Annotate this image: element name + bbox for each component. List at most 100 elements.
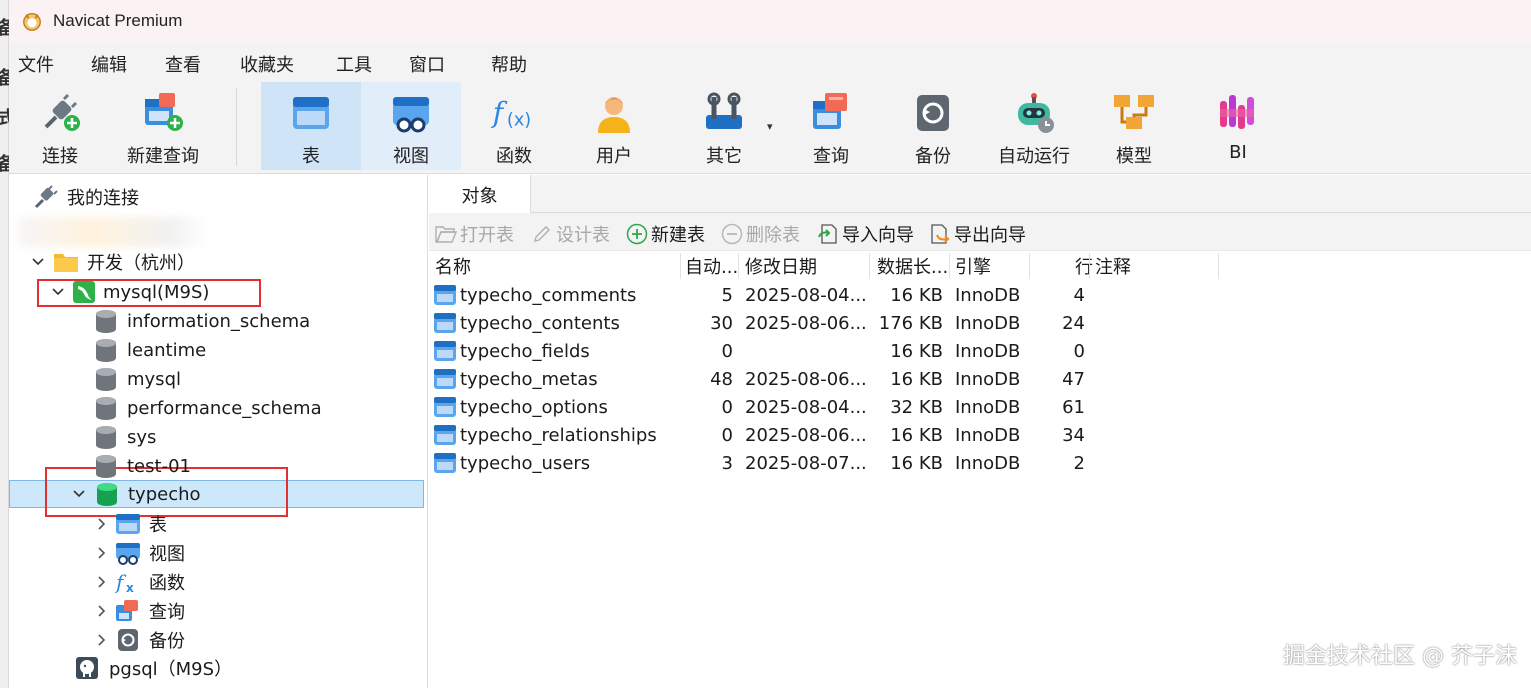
function-button[interactable]: f (x) 函数 (471, 82, 557, 170)
table-row[interactable]: typecho_users 3 2025-08-07... 16 KB InnoDB 2 (429, 449, 1229, 477)
user-label: 用户 (596, 146, 632, 167)
tree-group-label: 开发（杭州） (87, 253, 195, 274)
database-icon (96, 310, 116, 333)
column-header-engine[interactable]: 引擎 (955, 251, 1025, 281)
tree-node-queries[interactable]: 查询 (95, 597, 185, 625)
other-button[interactable]: 其它 (679, 82, 769, 170)
other-dropdown-caret-icon[interactable]: ▾ (767, 120, 773, 133)
postgresql-elephant-icon (76, 657, 98, 679)
cell-auto-increment: 0 (721, 340, 733, 362)
new-query-button[interactable]: 新建查询 (119, 82, 207, 170)
table-row[interactable]: typecho_comments 5 2025-08-04... 16 KB InnoD… (429, 281, 1229, 309)
cell-modified: 2025-08-04... (745, 284, 867, 306)
menu-tools[interactable]: 工具 (336, 51, 372, 77)
tree-root-label: 我的连接 (67, 188, 139, 209)
new-table-button[interactable]: 新建表 (626, 221, 705, 247)
highlight-box-connection (37, 279, 261, 307)
svg-text:x: x (126, 581, 134, 594)
tree-node-views[interactable]: 视图 (95, 539, 185, 567)
backup-button[interactable]: 备份 (893, 82, 973, 170)
tab-objects-label: 对象 (461, 185, 498, 207)
cell-data-length: 16 KB (890, 452, 943, 474)
cell-data-length: 176 KB (878, 312, 943, 334)
column-header-data-length[interactable]: 数据长... (877, 251, 947, 281)
view-label: 视图 (393, 146, 429, 167)
import-wizard-button[interactable]: 导入向导 (817, 221, 914, 247)
table-row[interactable]: typecho_options 0 2025-08-04... 32 KB InnoDB… (429, 393, 1229, 421)
table-row[interactable]: typecho_relationships 0 2025-08-06... 16 KB… (429, 421, 1229, 449)
menu-file[interactable]: 文件 (18, 51, 54, 77)
column-header-auto-increment[interactable]: 自动... (685, 251, 737, 281)
database-icon (96, 339, 116, 362)
connect-button[interactable]: 连接 (25, 82, 95, 170)
bi-button[interactable]: BI (1201, 82, 1275, 170)
design-table-button[interactable]: 设计表 (531, 221, 610, 247)
menu-favorites[interactable]: 收藏夹 (240, 51, 294, 77)
column-header-name[interactable]: 名称 (435, 251, 675, 281)
tree-node-views-label: 视图 (149, 544, 185, 565)
database-icon (96, 368, 116, 391)
tree-node-tables[interactable]: 表 (95, 510, 167, 538)
column-divider (1029, 253, 1030, 279)
navicat-window: Navicat Premium 文件 编辑 查看 收藏夹 工具 窗口 帮助 连接… (9, 0, 1531, 688)
cell-name: typecho_fields (433, 337, 679, 365)
menu-view[interactable]: 查看 (165, 51, 201, 77)
new-query-label: 新建查询 (127, 146, 199, 167)
table-icon (434, 341, 456, 361)
cell-auto-increment: 0 (721, 424, 733, 446)
tree-root-my-connections[interactable]: 我的连接 (33, 183, 139, 211)
column-header-modified[interactable]: 修改日期 (745, 251, 865, 281)
tree-db-mysql[interactable]: mysql (95, 365, 181, 393)
plug-icon (34, 185, 58, 209)
tree-db-label: information_schema (127, 310, 311, 332)
cell-auto-increment: 48 (710, 368, 733, 390)
menu-window[interactable]: 窗口 (409, 51, 445, 77)
cell-modified: 2025-08-04... (745, 396, 867, 418)
model-button[interactable]: 模型 (1097, 82, 1171, 170)
pencil-icon (531, 223, 553, 245)
table-row[interactable]: typecho_contents 30 2025-08-06... 176 KB Inn… (429, 309, 1229, 337)
export-wizard-button[interactable]: 导出向导 (929, 221, 1026, 247)
tree-db-performance-schema[interactable]: performance_schema (95, 394, 322, 422)
table-row[interactable]: typecho_metas 48 2025-08-06... 16 KB InnoDB 4… (429, 365, 1229, 393)
column-divider (738, 253, 739, 279)
menu-edit[interactable]: 编辑 (91, 51, 127, 77)
tree-group-dev[interactable]: 开发（杭州） (31, 248, 195, 276)
user-button[interactable]: 用户 (574, 82, 654, 170)
chevron-down-icon (32, 258, 44, 266)
view-button[interactable]: 视图 (361, 82, 461, 170)
tree-db-sys[interactable]: sys (95, 423, 156, 451)
table-icon (434, 453, 456, 473)
cell-engine: InnoDB (955, 424, 1021, 446)
new-query-icon (140, 90, 186, 136)
tree-connection-pgsql[interactable]: pgsql（M9S） (75, 654, 232, 682)
chevron-right-icon (98, 547, 106, 559)
menu-help[interactable]: 帮助 (491, 51, 527, 77)
auto-run-button[interactable]: 自动运行 (989, 82, 1079, 170)
column-divider (1218, 253, 1219, 279)
table-row[interactable]: typecho_fields 0 16 KB InnoDB 0 (429, 337, 1229, 365)
open-table-button[interactable]: 打开表 (435, 221, 514, 247)
tree-node-backups[interactable]: 备份 (95, 626, 185, 654)
tree-node-functions[interactable]: fx 函数 (95, 568, 185, 596)
tab-objects[interactable]: 对象 (429, 175, 531, 214)
tree-db-information-schema[interactable]: information_schema (95, 307, 310, 335)
tree-node-tables-label: 表 (149, 515, 167, 536)
cell-engine: InnoDB (955, 452, 1021, 474)
background-window-edge: 备备式备 (0, 0, 15, 688)
cell-modified: 2025-08-06... (745, 368, 867, 390)
table-icon (434, 313, 456, 333)
column-header-comment[interactable]: 注释 (1095, 251, 1215, 281)
delete-table-button[interactable]: 删除表 (721, 221, 800, 247)
query-button[interactable]: 查询 (789, 82, 873, 170)
table-button[interactable]: 表 (261, 82, 361, 170)
tree-db-leantime[interactable]: leantime (95, 336, 206, 364)
export-icon (929, 223, 951, 245)
cell-modified: 2025-08-06... (745, 312, 867, 334)
cell-auto-increment: 30 (710, 312, 733, 334)
column-divider (1089, 253, 1090, 279)
column-header-rows[interactable]: 行 (1037, 251, 1093, 281)
object-toolbar: 打开表 设计表 新建表 删除表 导入向导 导出向导 (429, 213, 1531, 251)
tree-db-test-01[interactable]: test-01 (95, 452, 191, 480)
model-icon (1111, 90, 1157, 136)
